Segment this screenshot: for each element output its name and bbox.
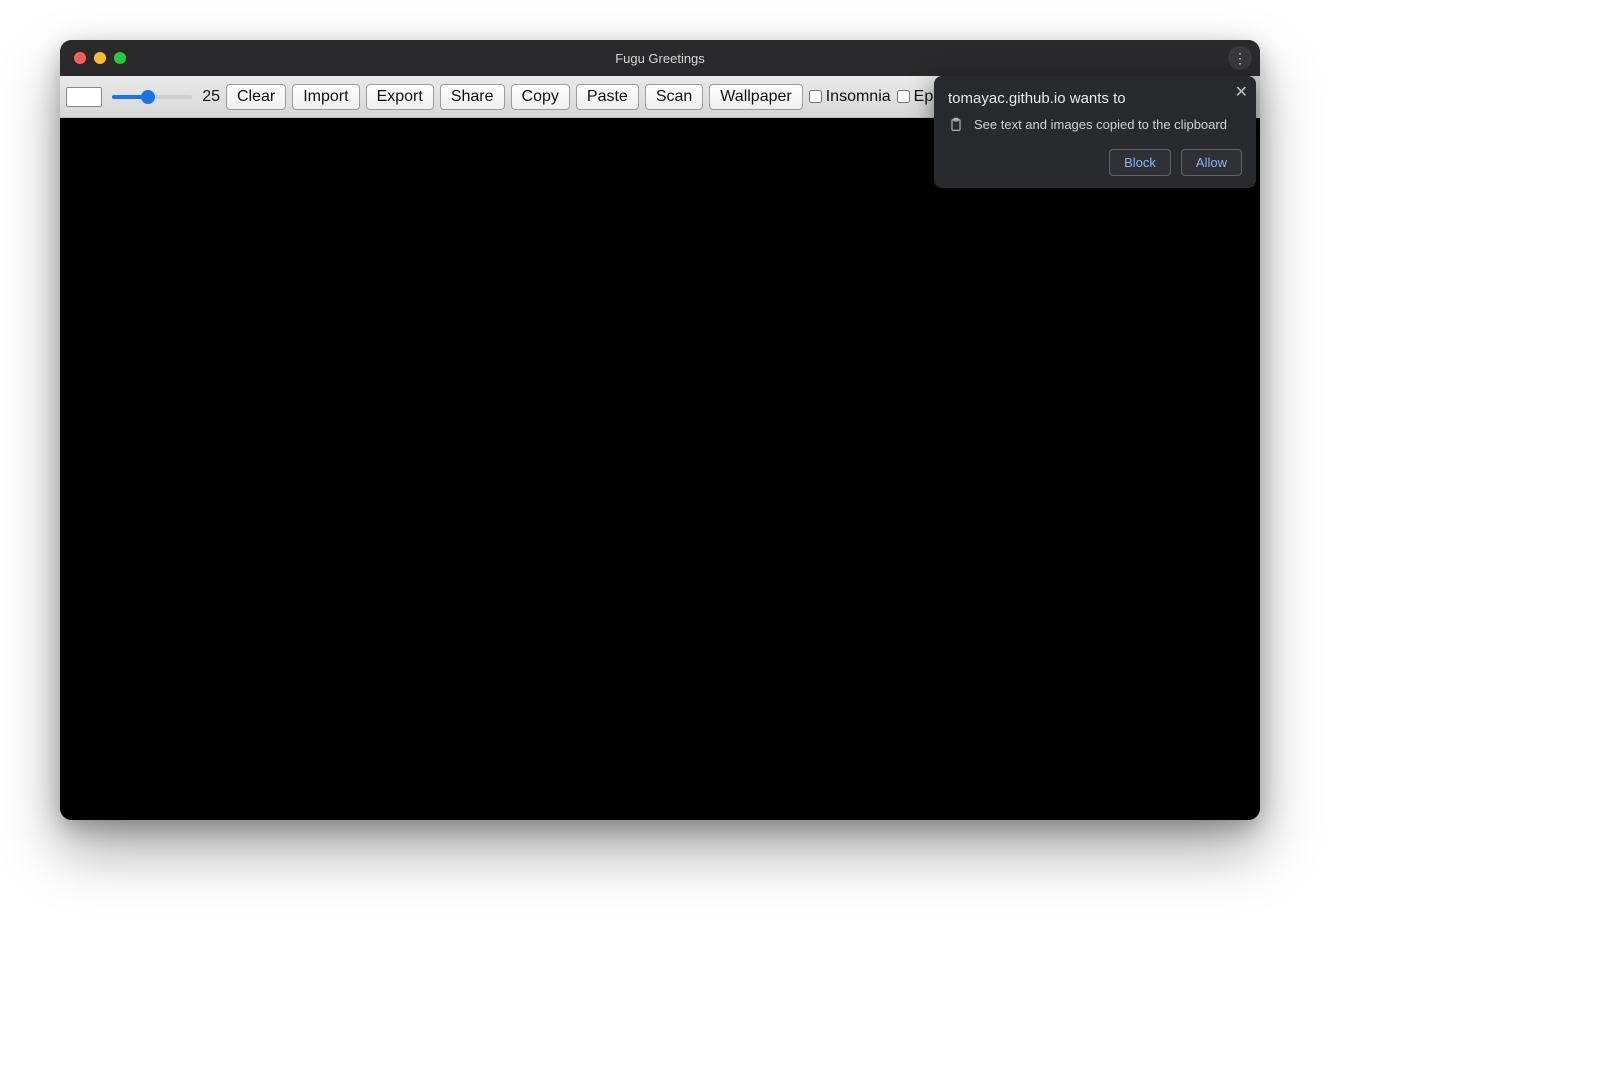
slider-track xyxy=(112,95,192,99)
color-swatch[interactable] xyxy=(66,87,102,107)
window-close-button[interactable] xyxy=(74,52,86,64)
window-minimize-button[interactable] xyxy=(94,52,106,64)
titlebar: Fugu Greetings ⋮ xyxy=(60,40,1260,76)
scan-button[interactable]: Scan xyxy=(645,84,703,110)
brush-size-value: 25 xyxy=(198,88,220,106)
import-button[interactable]: Import xyxy=(292,84,359,110)
drawing-canvas[interactable] xyxy=(60,118,1260,820)
permission-origin-line: tomayac.github.io wants to xyxy=(948,90,1242,107)
window: Fugu Greetings ⋮ 25 Clear Import Export … xyxy=(60,40,1260,820)
brush-size-slider[interactable] xyxy=(112,95,192,99)
window-maximize-button[interactable] xyxy=(114,52,126,64)
permission-actions: Block Allow xyxy=(948,149,1242,176)
permission-allow-button[interactable]: Allow xyxy=(1181,149,1242,176)
more-options-button[interactable]: ⋮ xyxy=(1228,46,1252,70)
permission-request-text: See text and images copied to the clipbo… xyxy=(974,117,1227,132)
share-button[interactable]: Share xyxy=(440,84,505,110)
close-icon: ✕ xyxy=(1235,84,1248,101)
clear-button[interactable]: Clear xyxy=(226,84,286,110)
insomnia-label: Insomnia xyxy=(826,88,891,106)
paste-button[interactable]: Paste xyxy=(576,84,639,110)
permission-block-button[interactable]: Block xyxy=(1109,149,1171,176)
wallpaper-button[interactable]: Wallpaper xyxy=(709,84,802,110)
kebab-icon: ⋮ xyxy=(1233,50,1247,67)
copy-button[interactable]: Copy xyxy=(511,84,570,110)
insomnia-checkbox[interactable]: Insomnia xyxy=(809,88,891,106)
slider-thumb[interactable] xyxy=(141,90,155,104)
clipboard-icon xyxy=(948,117,964,133)
permission-close-button[interactable]: ✕ xyxy=(1235,82,1248,102)
insomnia-input[interactable] xyxy=(809,90,822,103)
export-button[interactable]: Export xyxy=(366,84,434,110)
ephemeral-input[interactable] xyxy=(897,90,910,103)
permission-prompt: ✕ tomayac.github.io wants to See text an… xyxy=(934,76,1256,188)
permission-request-row: See text and images copied to the clipbo… xyxy=(948,117,1242,133)
window-title: Fugu Greetings xyxy=(60,51,1260,66)
traffic-lights xyxy=(74,52,126,64)
